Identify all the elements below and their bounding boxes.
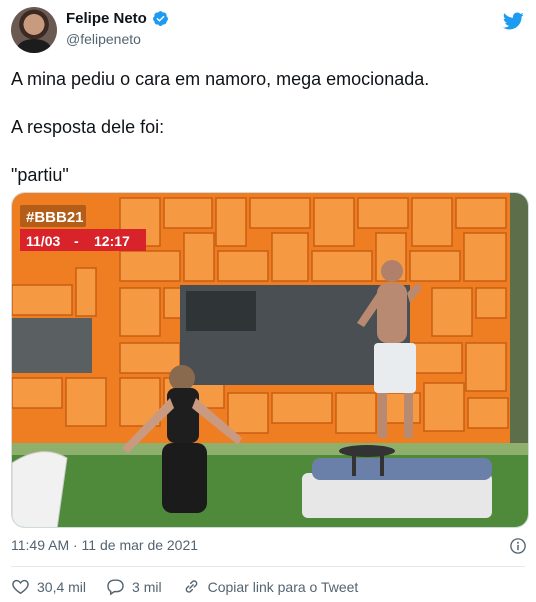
overlay-tag: #BBB21 (26, 209, 84, 226)
link-icon (185, 580, 197, 593)
author-name[interactable]: Felipe Neto (66, 10, 147, 27)
heart-icon (12, 579, 29, 595)
divider (11, 566, 525, 567)
like-count: 30,4 mil (37, 578, 87, 595)
overlay-date: 11/03 (26, 233, 60, 249)
video-frame[interactable]: #BBB21 11/03 - 12:17 (12, 193, 529, 528)
tweet-timestamp[interactable]: 11:49 AM · 11 de mar de 2021 (11, 537, 198, 553)
twitter-bird-icon[interactable] (502, 10, 524, 32)
avatar[interactable] (11, 7, 57, 53)
overlay-separator: - (74, 233, 79, 249)
tweet-video[interactable]: #BBB21 11/03 - 12:17 (11, 192, 529, 528)
reply-count: 3 mil (132, 578, 162, 595)
author-handle[interactable]: @felipeneto (66, 31, 141, 47)
info-icon[interactable] (509, 537, 527, 555)
copy-link-label: Copiar link para o Tweet (207, 578, 359, 595)
tweet-line-2: A resposta dele foi: (11, 117, 165, 137)
tweet-line-3: "partiu" (11, 165, 69, 185)
author-name-row[interactable]: Felipe Neto (66, 10, 169, 27)
tweet-text: A mina pediu o cara em namoro, mega emoc… (11, 67, 521, 211)
like-button[interactable]: 30,4 mil (11, 577, 86, 596)
copy-link-button[interactable]: Copiar link para o Tweet (182, 577, 359, 596)
tweet-line-1: A mina pediu o cara em namoro, mega emoc… (11, 69, 430, 89)
overlay-time: 12:17 (94, 233, 130, 249)
reply-bubble-icon (107, 579, 124, 596)
reply-button[interactable]: 3 mil (106, 577, 162, 596)
verified-badge-icon (152, 11, 168, 26)
tweet-actions: 30,4 mil 3 mil Copiar link para o Tweet (11, 577, 378, 596)
